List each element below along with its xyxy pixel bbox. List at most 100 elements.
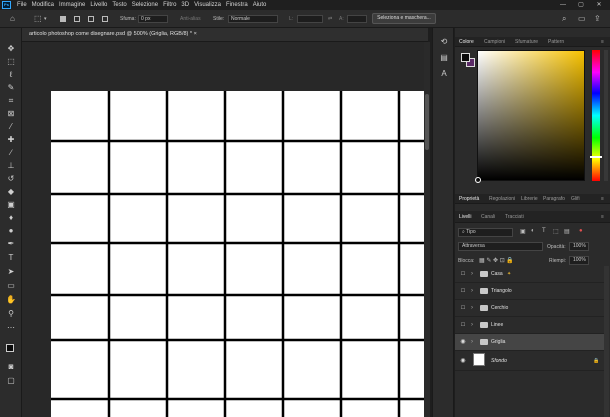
visibility-toggle-icon[interactable]: □: [459, 287, 467, 295]
brush-tool-icon[interactable]: ∕: [5, 148, 17, 157]
filter-type-icon[interactable]: T: [542, 228, 546, 234]
layer-row[interactable]: □ › Cerchio: [455, 300, 604, 317]
antialias-checkbox[interactable]: Anti-alias: [180, 14, 201, 24]
layers-scrollbar[interactable]: [604, 266, 609, 417]
history-brush-tool-icon[interactable]: ↺: [5, 174, 17, 183]
chevron-right-icon[interactable]: ›: [471, 304, 477, 312]
hue-slider-marker[interactable]: [590, 156, 602, 158]
chevron-right-icon[interactable]: ›: [471, 270, 477, 278]
move-tool-icon[interactable]: ✥: [5, 44, 17, 53]
color-field-handle[interactable]: [475, 177, 481, 183]
rectangle-tool-icon[interactable]: ▭: [5, 281, 17, 290]
menu-aiuto[interactable]: Aiuto: [253, 2, 267, 8]
chevron-right-icon[interactable]: ›: [471, 287, 477, 295]
menu-visualizza[interactable]: Visualizza: [194, 2, 221, 8]
properties-panel-icon[interactable]: ▤: [439, 53, 449, 63]
filter-pixel-icon[interactable]: ▣: [520, 228, 526, 235]
path-select-tool-icon[interactable]: ➤: [5, 267, 17, 276]
canvas-area[interactable]: [22, 42, 428, 417]
document-tab[interactable]: articolo photoshop come disegnare.psd @ …: [22, 28, 428, 42]
search-icon[interactable]: ⌕: [562, 14, 566, 24]
foreground-color-chip[interactable]: [461, 53, 470, 62]
panel-menu-icon[interactable]: ≡: [601, 37, 604, 47]
menu-3d[interactable]: 3D: [181, 2, 189, 8]
sfuma-input[interactable]: 0 px: [138, 15, 168, 23]
screen-mode-icon[interactable]: ▢: [5, 376, 17, 385]
tab-tracciati[interactable]: Tracciati: [505, 211, 524, 221]
healing-brush-tool-icon[interactable]: ✚: [5, 135, 17, 144]
tab-librerie[interactable]: Librerie: [521, 194, 538, 204]
menu-livello[interactable]: Livello: [90, 2, 107, 8]
menu-selezione[interactable]: Selezione: [132, 2, 158, 8]
menu-finestra[interactable]: Finestra: [226, 2, 248, 8]
dodge-tool-icon[interactable]: ●: [5, 226, 17, 235]
tab-sfumature[interactable]: Sfumature: [515, 37, 538, 47]
type-tool-icon[interactable]: T: [5, 253, 17, 262]
eyedropper-tool-icon[interactable]: ⁄: [5, 122, 17, 131]
tab-paragrafo[interactable]: Paragrafo: [543, 194, 565, 204]
opacity-input[interactable]: 100%: [569, 242, 589, 251]
home-icon[interactable]: ⌂: [10, 14, 15, 24]
close-window-button[interactable]: ✕: [592, 0, 606, 10]
subtract-selection-icon[interactable]: [88, 16, 94, 22]
color-panel-scrollbar[interactable]: [604, 50, 608, 181]
tab-canali[interactable]: Canali: [481, 211, 495, 221]
new-selection-icon[interactable]: [60, 16, 66, 22]
chevron-right-icon[interactable]: ›: [471, 338, 477, 346]
tab-proprieta[interactable]: Proprietà: [459, 194, 479, 204]
crop-tool-icon[interactable]: ⌗: [5, 96, 17, 105]
minimize-button[interactable]: —: [556, 0, 570, 10]
lasso-tool-icon[interactable]: ℓ: [5, 70, 17, 79]
foreground-color-swatch[interactable]: [6, 344, 14, 352]
menu-file[interactable]: File: [17, 2, 27, 8]
marquee-tool-icon[interactable]: ⬚: [5, 57, 17, 66]
share-icon[interactable]: ⇪: [594, 14, 601, 24]
pen-tool-icon[interactable]: ✒: [5, 239, 17, 248]
visibility-toggle-icon[interactable]: □: [459, 321, 467, 329]
fill-input[interactable]: 100%: [569, 256, 589, 265]
layer-row-selected[interactable]: ◉ › Griglia: [455, 334, 604, 351]
blend-mode-select[interactable]: Attraversa: [458, 242, 543, 251]
stile-select[interactable]: Normale: [228, 15, 278, 23]
more-tools-icon[interactable]: ⋯: [5, 323, 17, 332]
chevron-right-icon[interactable]: ›: [471, 321, 477, 329]
menu-testo[interactable]: Testo: [112, 2, 126, 8]
tab-regolazioni[interactable]: Regolazioni: [489, 194, 515, 204]
quick-select-tool-icon[interactable]: ✎: [5, 83, 17, 92]
visibility-toggle-icon[interactable]: □: [459, 270, 467, 278]
layer-row[interactable]: □ › Linee: [455, 317, 604, 334]
select-and-mask-button[interactable]: Seleziona e maschera...: [372, 13, 436, 24]
panel-menu-icon[interactable]: ≡: [601, 211, 604, 221]
hand-tool-icon[interactable]: ✋: [5, 295, 17, 304]
tab-campioni[interactable]: Campioni: [484, 37, 505, 47]
character-panel-icon[interactable]: A: [439, 69, 449, 79]
history-panel-icon[interactable]: ⟲: [439, 37, 449, 47]
add-selection-icon[interactable]: [74, 16, 80, 22]
swap-icon[interactable]: ⇄: [328, 14, 332, 24]
close-tab-icon[interactable]: ×: [194, 31, 197, 37]
intersect-selection-icon[interactable]: [102, 16, 108, 22]
chevron-down-icon[interactable]: ▾: [44, 14, 47, 24]
eye-icon[interactable]: ◉: [459, 338, 467, 346]
scrollbar-thumb[interactable]: [425, 94, 429, 150]
workspace-icon[interactable]: ▭: [578, 14, 586, 24]
filter-smart-icon[interactable]: ▤: [564, 228, 570, 235]
height-input[interactable]: [347, 15, 367, 23]
panel-menu-icon[interactable]: ≡: [601, 194, 604, 204]
tab-pattern[interactable]: Pattern: [548, 37, 564, 47]
filter-adjust-icon[interactable]: ◐: [531, 228, 535, 234]
eye-icon[interactable]: ◉: [459, 357, 467, 365]
hue-slider[interactable]: [592, 50, 600, 181]
frame-tool-icon[interactable]: ⊠: [5, 109, 17, 118]
menu-filtro[interactable]: Filtro: [163, 2, 176, 8]
menu-immagine[interactable]: Immagine: [59, 2, 85, 8]
tab-glifi[interactable]: Glifi: [571, 194, 580, 204]
layer-filter-select[interactable]: ⌕ Tipo: [458, 228, 513, 237]
tab-colore[interactable]: Colore: [459, 37, 474, 47]
tab-livelli[interactable]: Livelli: [459, 211, 472, 221]
marquee-preset-icon[interactable]: ⬚: [34, 14, 42, 24]
layer-row[interactable]: □ › Casa ✦: [455, 266, 604, 283]
canvas[interactable]: [22, 42, 428, 417]
layer-row[interactable]: ◉ Sfondo 🔒: [455, 351, 604, 371]
clone-stamp-tool-icon[interactable]: ⊥: [5, 161, 17, 170]
